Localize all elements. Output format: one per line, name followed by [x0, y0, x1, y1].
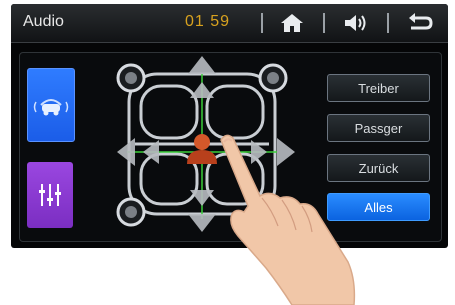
all-button[interactable]: Alles [327, 193, 430, 221]
car-audio-screen: Audio 01 59 Treiber Passger Zurück Alles [11, 4, 448, 248]
divider [387, 13, 389, 33]
sidebar-item-equalizer[interactable] [27, 162, 73, 228]
divider [261, 13, 263, 33]
clock: 01 59 [185, 13, 231, 30]
balance-fader-area[interactable] [107, 54, 297, 234]
top-bar: Audio 01 59 [11, 4, 448, 43]
listener-icon [187, 134, 217, 164]
home-icon[interactable] [277, 11, 307, 35]
volume-icon[interactable] [341, 11, 371, 35]
divider [323, 13, 325, 33]
treiber-button[interactable]: Treiber [327, 74, 430, 102]
passenger-button[interactable]: Passger [327, 114, 430, 142]
sidebar-item-balance[interactable] [27, 68, 75, 142]
back-icon[interactable] [405, 11, 435, 35]
page-title: Audio [23, 13, 64, 30]
car-balance-icon [33, 99, 69, 116]
back-button[interactable]: Zurück [327, 154, 430, 182]
equalizer-icon [39, 184, 61, 206]
